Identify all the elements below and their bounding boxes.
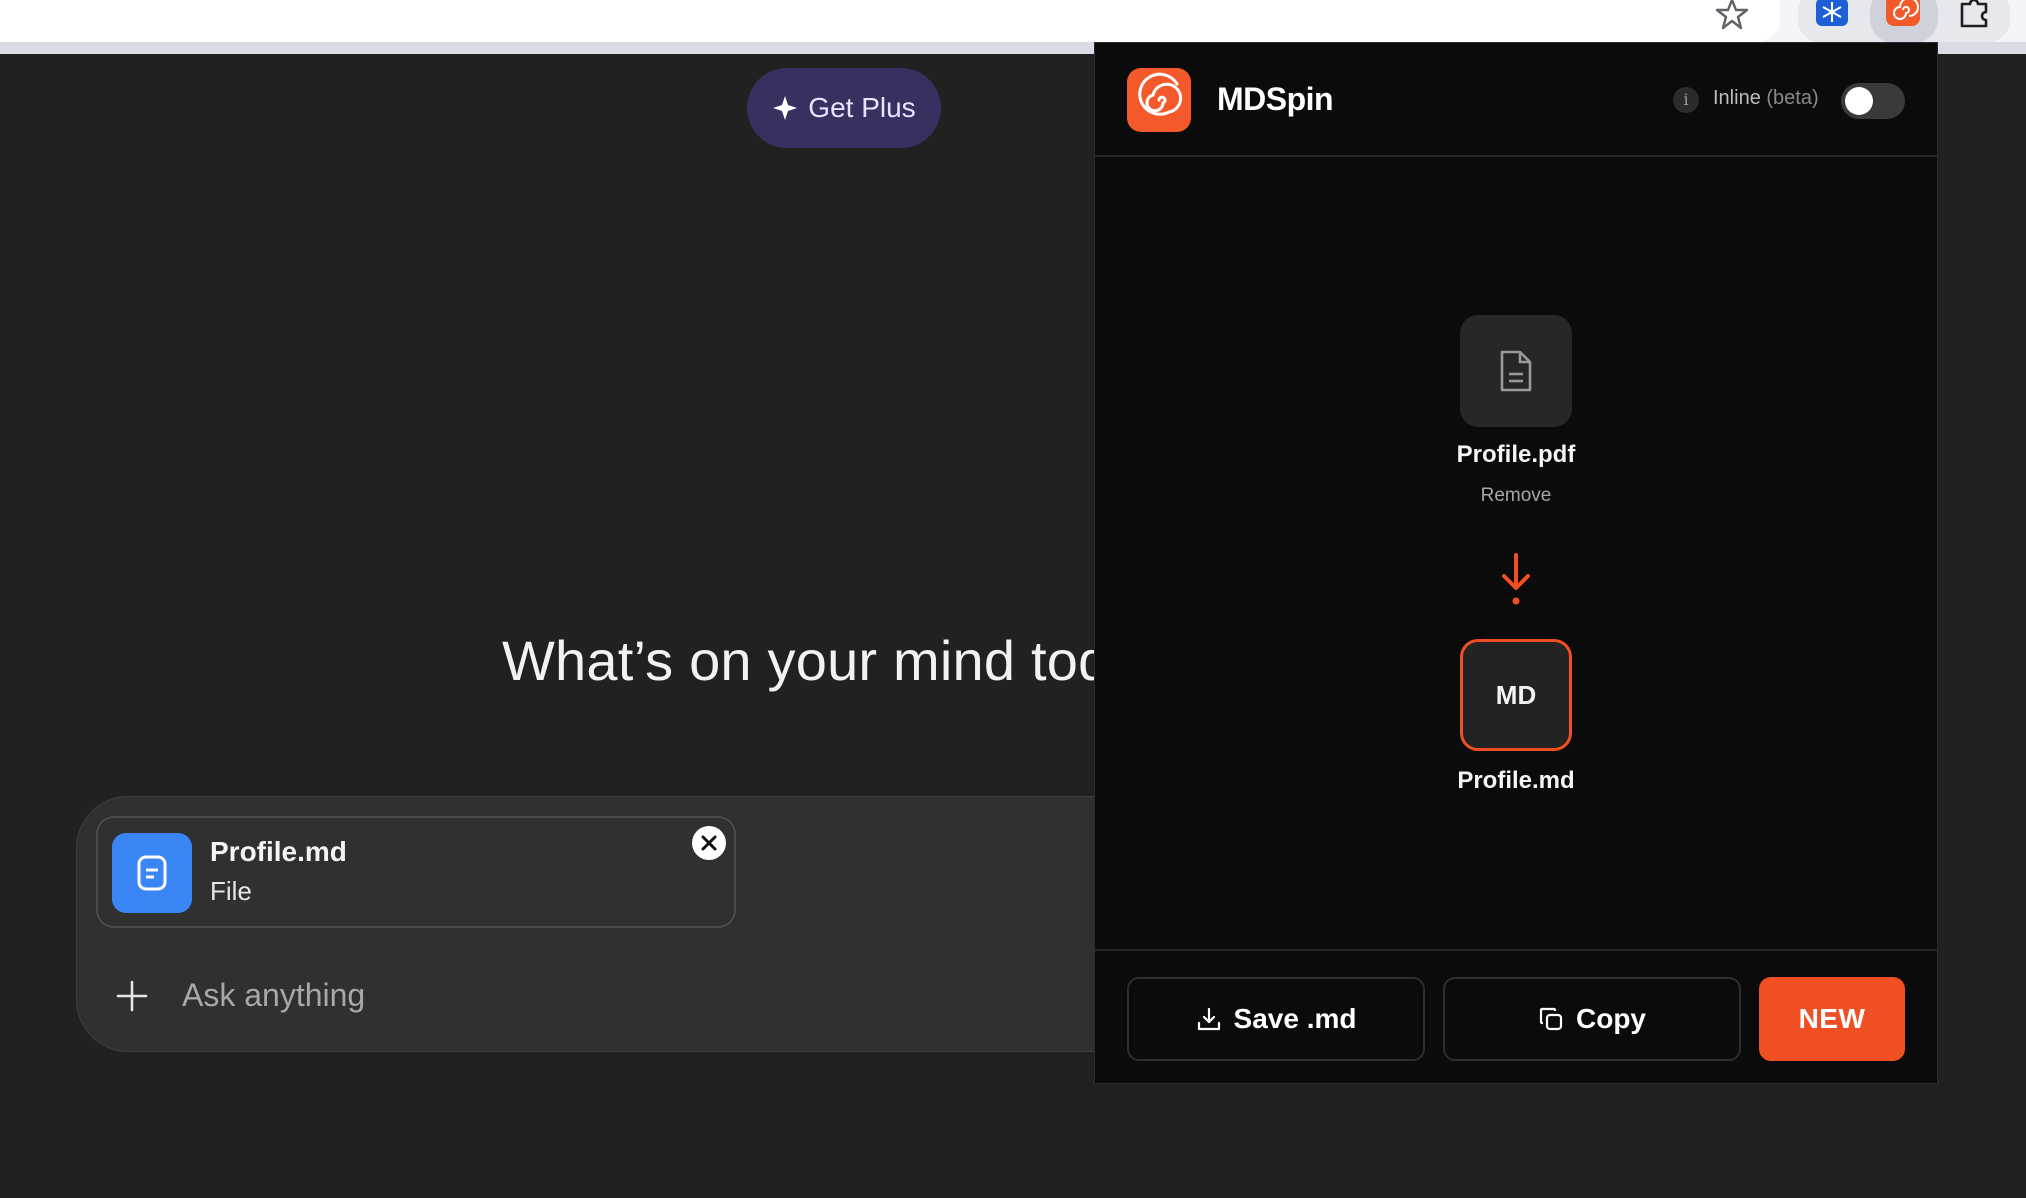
address-bar[interactable] [0, 0, 1780, 42]
source-file-icon [1460, 315, 1572, 427]
get-plus-button[interactable]: Get Plus [747, 68, 941, 148]
mdspin-logo-icon [1127, 68, 1191, 132]
ask-input[interactable] [182, 972, 1082, 1018]
screen: Get Plus What’s on your mind tod Profile… [0, 0, 2026, 1198]
save-md-button[interactable]: Save .md [1127, 977, 1425, 1061]
inline-label: Inline (beta) [1713, 87, 1819, 110]
popup-footer: Save .md Copy NEW [1095, 949, 1937, 1083]
sparkle-icon [773, 96, 798, 120]
popup-header: MDSpin i Inline (beta) [1095, 43, 1937, 157]
plus-icon[interactable] [114, 978, 150, 1014]
close-icon [701, 835, 717, 851]
snowflake-extension-icon[interactable] [1816, 0, 1848, 26]
get-plus-label: Get Plus [808, 92, 916, 123]
attachment-name: Profile.md [210, 836, 347, 867]
copy-icon [1539, 1007, 1563, 1031]
copy-button[interactable]: Copy [1443, 977, 1741, 1061]
remove-attachment-button[interactable] [692, 826, 726, 860]
mdspin-extension-icon[interactable] [1886, 0, 1920, 26]
app-name: MDSpin [1217, 81, 1334, 117]
toggle-knob [1845, 87, 1873, 115]
new-button[interactable]: NEW [1759, 977, 1905, 1061]
page-headline: What’s on your mind tod [502, 629, 1110, 692]
puzzle-icon[interactable] [1956, 0, 1994, 28]
attachment-card[interactable]: Profile.md File [96, 816, 736, 928]
copy-label: Copy [1576, 1003, 1646, 1034]
output-file-badge: MD [1460, 639, 1572, 751]
attachment-type: File [210, 876, 252, 906]
document-icon [112, 833, 192, 913]
save-md-label: Save .md [1233, 1003, 1357, 1034]
download-icon [1197, 1007, 1220, 1031]
info-icon[interactable]: i [1673, 87, 1699, 113]
inline-beta-text: (beta) [1766, 87, 1819, 109]
output-file-name: Profile.md [1457, 767, 1575, 794]
inline-text: Inline [1713, 87, 1761, 109]
arrow-down-icon [1502, 553, 1530, 605]
mdspin-popup: MDSpin i Inline (beta) Profile.pdf Remov… [1094, 42, 1938, 1084]
star-icon[interactable] [1714, 0, 1750, 32]
remove-source-link[interactable]: Remove [1416, 485, 1616, 507]
file-icon [1500, 350, 1532, 392]
source-file-name: Profile.pdf [1456, 441, 1576, 468]
inline-toggle[interactable] [1841, 83, 1905, 119]
